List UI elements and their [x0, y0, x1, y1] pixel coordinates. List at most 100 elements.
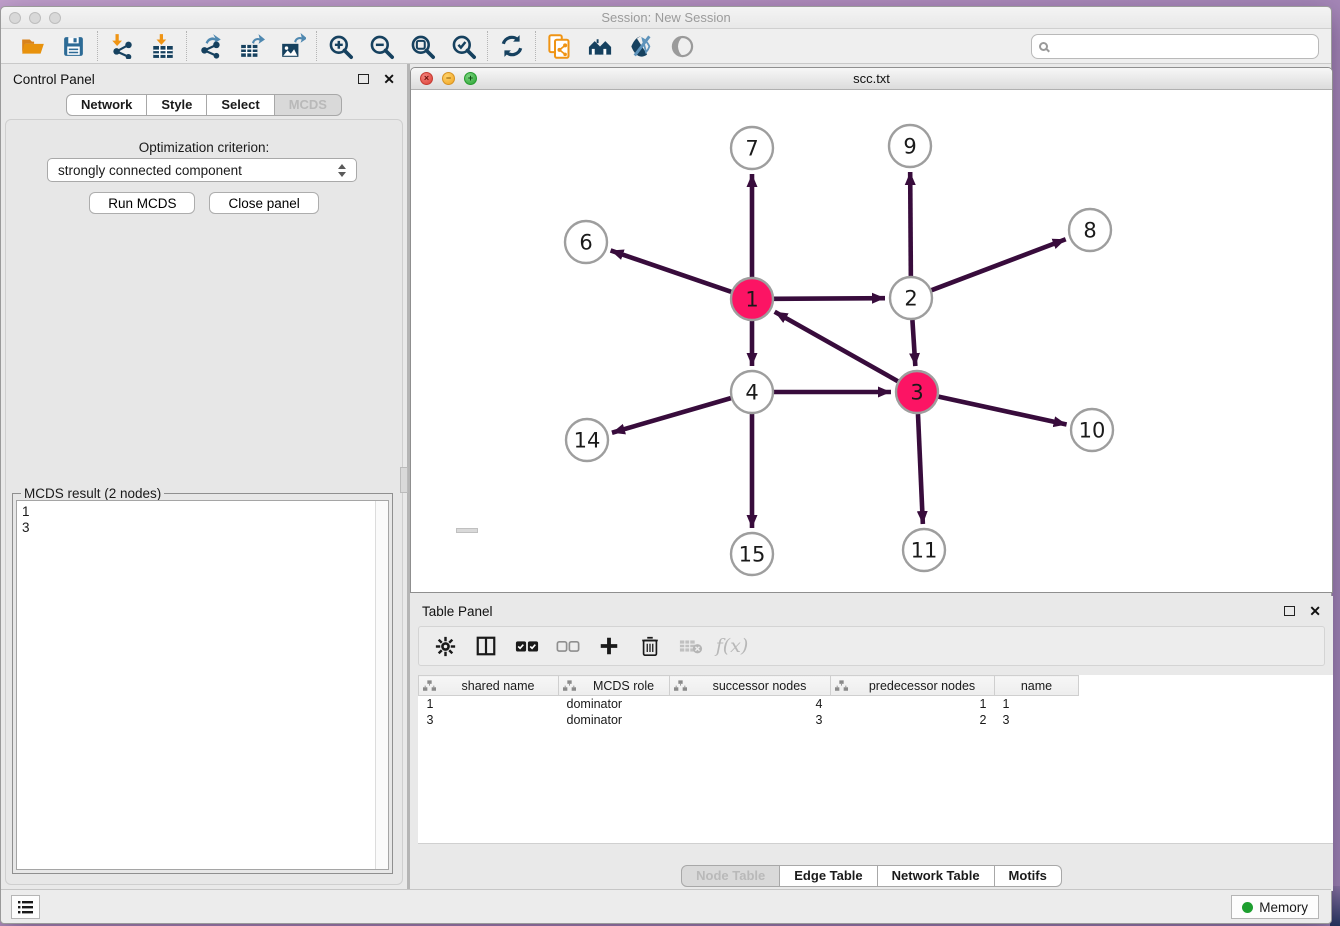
table-body: 1dominator4113dominator323: [419, 696, 1079, 728]
search-input[interactable]: [1031, 34, 1319, 59]
select-all-columns-icon[interactable]: [515, 634, 539, 658]
show-columns-icon[interactable]: [474, 634, 498, 658]
graph-edge-3-11[interactable]: [918, 414, 923, 524]
tab-network-table[interactable]: Network Table: [878, 865, 995, 887]
memory-button[interactable]: Memory: [1231, 895, 1319, 919]
table-cell[interactable]: 1: [995, 696, 1079, 712]
run-mcds-button[interactable]: Run MCDS: [89, 192, 195, 214]
graph-edge-1-2[interactable]: [774, 298, 885, 299]
network-canvas[interactable]: 7968124314101511: [411, 90, 1332, 592]
network-overview-icon[interactable]: [587, 33, 614, 60]
export-network-icon[interactable]: [197, 33, 224, 60]
table-cell[interactable]: 4: [670, 696, 831, 712]
table-cell[interactable]: dominator: [559, 712, 670, 728]
graph-node-label: 9: [903, 134, 916, 158]
tab-motifs[interactable]: Motifs: [995, 865, 1062, 887]
network-window-titlebar[interactable]: × − + scc.txt: [411, 68, 1332, 90]
zoom-fit-icon[interactable]: [409, 33, 436, 60]
close-panel-icon[interactable]: ✕: [383, 72, 395, 86]
tab-edge-table[interactable]: Edge Table: [780, 865, 877, 887]
graph-node-label: 2: [904, 286, 917, 310]
hierarchy-icon: [423, 680, 436, 692]
column-header-predecessor-nodes[interactable]: predecessor nodes: [831, 676, 995, 696]
import-network-icon[interactable]: [108, 33, 135, 60]
float-table-panel-icon[interactable]: [1284, 606, 1295, 616]
table-cell[interactable]: 1: [831, 696, 995, 712]
result-scrollbar[interactable]: [375, 501, 388, 869]
status-bar: Memory: [1, 889, 1331, 923]
tab-mcds[interactable]: MCDS: [275, 94, 342, 116]
graph-edge-2-8[interactable]: [932, 239, 1066, 290]
settings-gear-icon[interactable]: [433, 634, 457, 658]
memory-label: Memory: [1259, 900, 1308, 915]
import-table-icon[interactable]: [149, 33, 176, 60]
open-session-icon[interactable]: [19, 33, 46, 60]
export-table-icon[interactable]: [238, 33, 265, 60]
graph-edge-3-10[interactable]: [938, 397, 1066, 425]
graph-node-label: 14: [574, 428, 601, 452]
table-tabs: Node TableEdge TableNetwork TableMotifs: [410, 865, 1333, 887]
zoom-in-icon[interactable]: [327, 33, 354, 60]
save-session-icon[interactable]: [60, 33, 87, 60]
main-toolbar: [1, 29, 1331, 64]
column-header-mcds-role[interactable]: MCDS role: [559, 676, 670, 696]
table-toolbar: f(x): [418, 626, 1325, 666]
network-view-window: × − + scc.txt 7968124314101511: [410, 67, 1333, 593]
unselect-all-columns-icon[interactable]: [556, 634, 580, 658]
table-cell[interactable]: 2: [831, 712, 995, 728]
column-header-successor-nodes[interactable]: successor nodes: [670, 676, 831, 696]
criterion-dropdown[interactable]: strongly connected component: [47, 158, 357, 182]
float-panel-icon[interactable]: [358, 74, 369, 84]
graph-node-label: 10: [1079, 418, 1106, 442]
graph-edge-2-3[interactable]: [912, 320, 915, 366]
zoom-selected-icon[interactable]: [450, 33, 477, 60]
criterion-value: strongly connected component: [58, 163, 338, 178]
graph-edge-3-1[interactable]: [775, 312, 898, 381]
tab-network[interactable]: Network: [66, 94, 147, 116]
graph-node-label: 4: [745, 380, 758, 404]
close-panel-button[interactable]: Close panel: [209, 192, 318, 214]
table-cell[interactable]: 3: [419, 712, 559, 728]
graph-node-label: 11: [911, 538, 938, 562]
list-icon: [17, 900, 34, 915]
zoom-out-icon[interactable]: [368, 33, 395, 60]
tab-node-table[interactable]: Node Table: [681, 865, 780, 887]
search-icon: [1039, 42, 1048, 51]
show-hide-panel-icon[interactable]: [669, 33, 696, 60]
column-header-shared-name[interactable]: shared name: [419, 676, 559, 696]
hierarchy-icon: [563, 680, 576, 692]
tab-select[interactable]: Select: [207, 94, 274, 116]
node-table: shared nameMCDS rolesuccessor nodesprede…: [418, 675, 1079, 728]
table-row[interactable]: 1dominator411: [419, 696, 1079, 712]
splitter-grip[interactable]: [400, 467, 408, 493]
column-header-name[interactable]: name: [995, 676, 1079, 696]
window-title: Session: New Session: [1, 10, 1331, 25]
close-table-panel-icon[interactable]: ✕: [1309, 604, 1321, 618]
main-window: Session: New Session: [0, 6, 1332, 924]
table-row[interactable]: 3dominator323: [419, 712, 1079, 728]
horizontal-splitter-grip[interactable]: [456, 528, 478, 533]
graph-edge-1-6[interactable]: [611, 250, 732, 291]
result-line: 1: [22, 504, 370, 520]
export-image-icon[interactable]: [279, 33, 306, 60]
graph-node-label: 3: [910, 380, 923, 404]
graph-edge-2-9[interactable]: [910, 172, 911, 276]
duplicate-network-icon[interactable]: [546, 33, 573, 60]
table-cell[interactable]: dominator: [559, 696, 670, 712]
add-column-icon[interactable]: [597, 634, 621, 658]
network-window-title: scc.txt: [411, 71, 1332, 86]
function-builder-icon: f(x): [720, 634, 744, 658]
dropdown-stepper-icon: [338, 164, 346, 177]
table-cell[interactable]: 3: [995, 712, 1079, 728]
graphics-details-icon[interactable]: [628, 33, 655, 60]
task-history-button[interactable]: [11, 895, 40, 919]
table-panel-title: Table Panel: [422, 604, 1284, 619]
table-cell[interactable]: 3: [670, 712, 831, 728]
tab-style[interactable]: Style: [147, 94, 207, 116]
graph-edge-4-14[interactable]: [612, 398, 731, 433]
mcds-result-text[interactable]: 13: [17, 501, 375, 869]
result-line: 3: [22, 520, 370, 536]
table-cell[interactable]: 1: [419, 696, 559, 712]
apply-layout-icon[interactable]: [498, 33, 525, 60]
delete-columns-icon[interactable]: [638, 634, 662, 658]
